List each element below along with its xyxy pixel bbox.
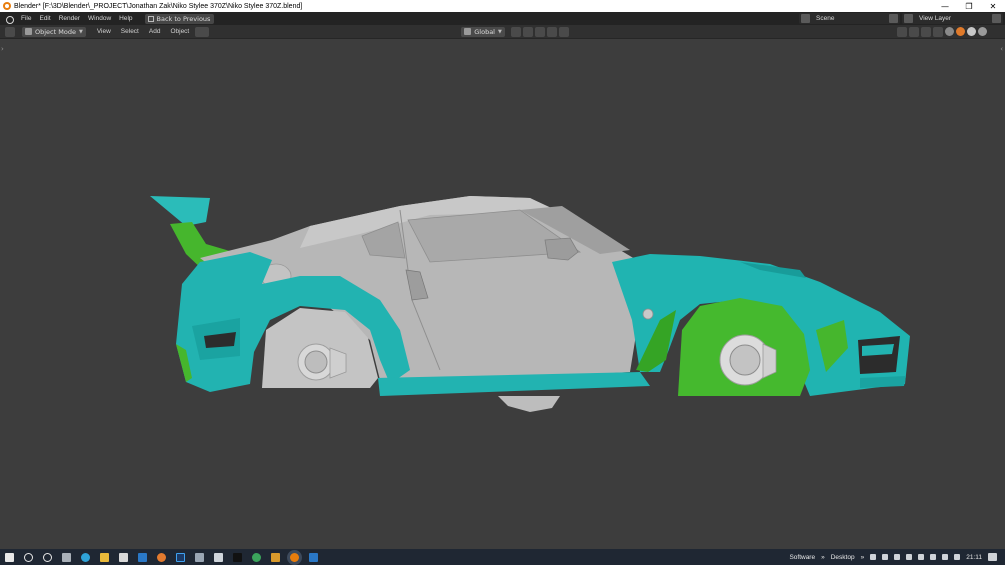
windows-start-icon[interactable] xyxy=(5,552,14,562)
windows-taskbar: Software » Desktop » 21:11 xyxy=(0,549,1005,565)
chevron-down-icon: ▼ xyxy=(78,28,83,35)
underbody-part xyxy=(498,396,560,412)
front-splitter xyxy=(860,376,906,388)
wireframe-shading-icon[interactable] xyxy=(944,27,954,36)
rendered-shading-icon[interactable] xyxy=(977,27,987,36)
car-model-render xyxy=(150,196,910,412)
object-mode-icon xyxy=(25,28,32,35)
extra-dropdown[interactable] xyxy=(195,26,210,37)
snap-icon[interactable] xyxy=(522,26,533,37)
chevron-down-icon: ▼ xyxy=(498,28,502,35)
viewport-header: Object Mode ▼ View Select Add Object Glo… xyxy=(0,25,1005,39)
menu-edit[interactable]: Edit xyxy=(35,15,54,22)
3d-viewport[interactable]: › ‹ xyxy=(0,39,1005,549)
minimize-button[interactable]: — xyxy=(933,0,957,12)
mail-icon[interactable] xyxy=(138,552,147,562)
front-caliper xyxy=(762,343,777,379)
menu-object[interactable]: Object xyxy=(165,28,194,35)
restore-button[interactable]: ❐ xyxy=(957,0,981,12)
new-view-layer-icon[interactable] xyxy=(992,14,1001,23)
app-icon-4[interactable] xyxy=(309,552,318,562)
rear-hub xyxy=(304,350,328,374)
blender-logo-icon[interactable] xyxy=(4,14,14,24)
blender-app-icon xyxy=(3,2,11,10)
app-icon-1[interactable] xyxy=(195,552,204,562)
scene-icon xyxy=(801,14,810,23)
clock[interactable]: 21:11 xyxy=(963,554,985,561)
transform-orientation-label: Global xyxy=(474,27,495,36)
mode-dropdown[interactable]: Object Mode ▼ xyxy=(22,26,86,37)
back-to-previous-button[interactable]: Back to Previous xyxy=(144,13,215,24)
menu-add[interactable]: Add xyxy=(144,28,166,35)
search-icon[interactable] xyxy=(24,552,33,562)
menu-help[interactable]: Help xyxy=(115,15,136,22)
volume-icon[interactable] xyxy=(942,554,949,560)
mode-label: Object Mode xyxy=(35,27,76,36)
menu-view[interactable]: View xyxy=(92,28,116,35)
front-hub xyxy=(729,344,761,376)
window-title: Blender* [F:\3D\Blender\_PROJECT\Jonatha… xyxy=(14,2,303,10)
edge-icon[interactable] xyxy=(81,552,90,562)
dropbox-icon[interactable] xyxy=(894,554,901,560)
proportional-falloff-icon[interactable] xyxy=(558,26,569,37)
people-icon[interactable] xyxy=(870,554,877,560)
snap-target-icon[interactable] xyxy=(534,26,545,37)
solid-shading-icon[interactable] xyxy=(955,27,965,36)
overlay-icon[interactable] xyxy=(920,26,931,37)
photoshop-icon[interactable] xyxy=(176,552,185,562)
global-orientation-icon xyxy=(464,28,472,35)
rear-wing xyxy=(150,196,210,226)
view-layer-icon xyxy=(904,14,913,23)
proportional-editing-icon[interactable] xyxy=(546,26,557,37)
chevron-up-icon[interactable] xyxy=(882,554,889,560)
system-tray: Software » Desktop » 21:11 xyxy=(786,549,1005,565)
menu-window[interactable]: Window xyxy=(84,15,115,22)
transform-orientation-dropdown[interactable]: Global ▼ xyxy=(461,26,505,37)
view-layer-selector[interactable]: View Layer xyxy=(902,13,1003,24)
file-explorer-icon[interactable] xyxy=(100,552,109,562)
menu-file[interactable]: File xyxy=(17,15,35,22)
close-button[interactable]: ✕ xyxy=(981,0,1005,12)
back-icon xyxy=(147,15,154,22)
software-toolbar[interactable]: Software xyxy=(786,554,818,561)
notification-icon[interactable] xyxy=(988,553,997,561)
chrome-icon[interactable] xyxy=(252,552,261,562)
new-scene-icon[interactable] xyxy=(889,14,898,23)
menu-render[interactable]: Render xyxy=(55,15,84,22)
gizmo-icon[interactable] xyxy=(908,26,919,37)
top-menu-bar: File Edit Render Window Help Back to Pre… xyxy=(0,12,1005,25)
view-layer-label: View Layer xyxy=(919,15,952,22)
app-tray-icon[interactable] xyxy=(918,554,925,560)
battery-icon[interactable] xyxy=(906,554,913,560)
network-icon[interactable] xyxy=(930,554,937,560)
window-titlebar: Blender* [F:\3D\Blender\_PROJECT\Jonatha… xyxy=(0,0,1005,12)
pivot-point-icon[interactable] xyxy=(510,26,521,37)
material-shading-icon[interactable] xyxy=(966,27,976,36)
store-icon[interactable] xyxy=(119,552,128,562)
desktop-toolbar[interactable]: Desktop xyxy=(828,554,858,561)
terminal-icon[interactable] xyxy=(233,552,242,562)
scene-selector[interactable]: Scene xyxy=(799,13,900,24)
cortana-icon[interactable] xyxy=(43,552,52,562)
menu-select[interactable]: Select xyxy=(116,28,144,35)
scene-label: Scene xyxy=(816,15,835,22)
task-view-icon[interactable] xyxy=(62,552,71,562)
back-to-previous-label: Back to Previous xyxy=(156,14,211,23)
editor-type-icon[interactable] xyxy=(5,26,15,37)
chevron-right-icon: » xyxy=(860,553,865,561)
app-icon-3[interactable] xyxy=(271,552,280,562)
visibility-icon[interactable] xyxy=(896,26,907,37)
xray-icon[interactable] xyxy=(932,26,943,37)
window-controls: — ❐ ✕ xyxy=(933,0,1005,12)
blender-taskbar-icon[interactable] xyxy=(290,552,299,562)
fender-badge xyxy=(642,308,654,320)
firefox-icon[interactable] xyxy=(157,552,166,562)
chevron-right-icon: » xyxy=(821,553,825,561)
pen-icon[interactable] xyxy=(954,554,961,560)
app-icon-2[interactable] xyxy=(214,552,223,562)
